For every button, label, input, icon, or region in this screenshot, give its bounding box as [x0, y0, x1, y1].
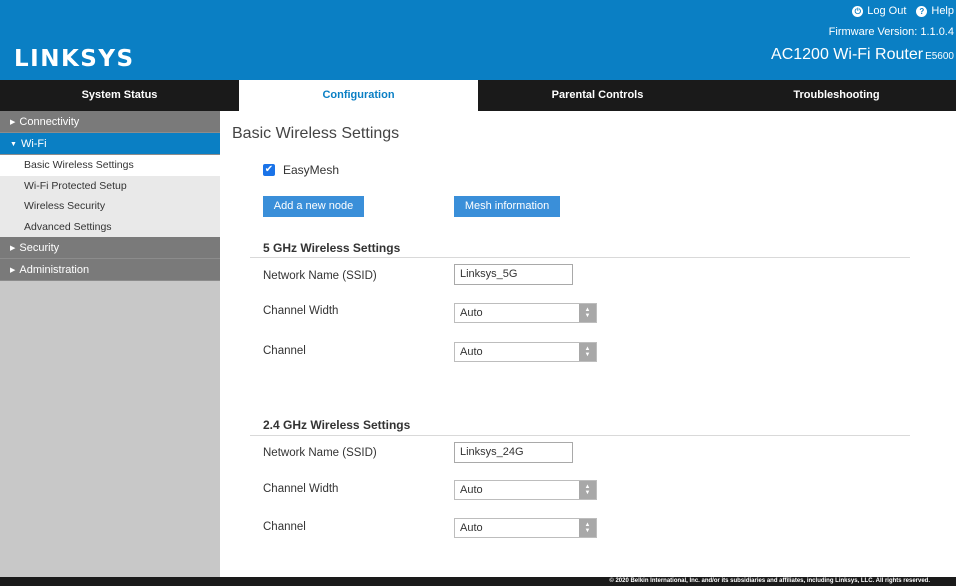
help-label: Help: [931, 5, 954, 17]
model-line: AC1200 Wi-Fi Router E5600: [771, 46, 954, 64]
sidebar-category-label: Administration: [19, 264, 90, 276]
tab-troubleshooting[interactable]: Troubleshooting: [717, 80, 956, 111]
caret-right-icon: ▶: [10, 119, 16, 126]
tab-system-status[interactable]: System Status: [0, 80, 239, 111]
easymesh-label: EasyMesh: [283, 163, 340, 177]
select-value: Auto: [460, 307, 483, 319]
header-bar: LINKSYS ⏻ Log Out ? Help Firmware Versio…: [0, 0, 956, 80]
section-divider: [250, 257, 910, 258]
ssid-24ghz-label: Network Name (SSID): [263, 447, 377, 459]
sidebar-category-wifi[interactable]: ▼ Wi-Fi: [0, 133, 220, 155]
select-value: Auto: [460, 484, 483, 496]
main-nav: System Status Configuration Parental Con…: [0, 80, 956, 111]
footer-copyright: © 2020 Belkin International, Inc. and/or…: [0, 577, 956, 586]
sidebar-item-wireless-security[interactable]: Wireless Security: [0, 196, 220, 217]
section-title-5ghz: 5 GHz Wireless Settings: [263, 241, 401, 255]
section-divider: [250, 435, 910, 436]
select-arrows-icon: ▲ ▼: [579, 519, 596, 537]
sidebar-item-advanced-settings[interactable]: Advanced Settings: [0, 216, 220, 237]
caret-right-icon: ▶: [10, 245, 16, 252]
select-arrows-icon: ▲ ▼: [579, 481, 596, 499]
channel-width-5ghz-label: Channel Width: [263, 305, 339, 317]
help-link[interactable]: ? Help: [916, 5, 954, 17]
caret-right-icon: ▶: [10, 267, 16, 274]
section-title-24ghz: 2.4 GHz Wireless Settings: [263, 418, 411, 432]
linksys-logo: LINKSYS: [14, 46, 135, 72]
sidebar-item-basic-wireless-settings[interactable]: Basic Wireless Settings: [0, 155, 220, 176]
tab-parental-controls[interactable]: Parental Controls: [478, 80, 717, 111]
tab-configuration[interactable]: Configuration: [239, 80, 478, 111]
ssid-24ghz-input[interactable]: Linksys_24G: [454, 442, 573, 463]
ssid-5ghz-input[interactable]: Linksys_5G: [454, 264, 573, 285]
ssid-5ghz-label: Network Name (SSID): [263, 270, 377, 282]
channel-24ghz-select[interactable]: Auto ▲ ▼: [454, 518, 597, 538]
sidebar-category-label: Wi-Fi: [20, 138, 47, 150]
sidebar-category-connectivity[interactable]: ▶ Connectivity: [0, 111, 220, 133]
select-arrows-icon: ▲ ▼: [579, 343, 596, 361]
page-title: Basic Wireless Settings: [232, 125, 400, 142]
channel-5ghz-label: Channel: [263, 345, 306, 357]
add-new-node-button[interactable]: Add a new node: [263, 196, 364, 217]
caret-down-icon: ▼: [10, 141, 17, 148]
select-value: Auto: [460, 346, 483, 358]
sidebar-category-administration[interactable]: ▶ Administration: [0, 259, 220, 281]
sidebar: ▶ Connectivity ▼ Wi-Fi Basic Wireless Sett…: [0, 111, 220, 586]
power-icon: ⏻: [852, 5, 864, 17]
select-value: Auto: [460, 522, 483, 534]
firmware-version: Firmware Version: 1.1.0.4: [828, 26, 954, 38]
channel-24ghz-label: Channel: [263, 521, 306, 533]
easymesh-row: ✔ EasyMesh: [263, 163, 339, 177]
sidebar-category-label: Security: [19, 242, 60, 254]
sidebar-category-security[interactable]: ▶ Security: [0, 237, 220, 259]
top-links: ⏻ Log Out ? Help: [852, 5, 954, 17]
channel-width-24ghz-label: Channel Width: [263, 483, 339, 495]
sidebar-category-label: Connectivity: [19, 116, 80, 128]
sidebar-item-wifi-protected-setup[interactable]: Wi-Fi Protected Setup: [0, 175, 220, 196]
main-content: Basic Wireless Settings ✔ EasyMesh Add a…: [220, 111, 956, 586]
mesh-information-button[interactable]: Mesh information: [454, 196, 560, 217]
log-out-label: Log Out: [867, 5, 907, 17]
router-model-number: E5600: [925, 51, 954, 62]
channel-5ghz-select[interactable]: Auto ▲ ▼: [454, 342, 597, 362]
router-model: AC1200 Wi-Fi Router: [771, 46, 924, 63]
log-out-link[interactable]: ⏻ Log Out: [852, 5, 906, 17]
channel-width-24ghz-select[interactable]: Auto ▲ ▼: [454, 480, 597, 500]
help-icon: ?: [916, 5, 928, 17]
select-arrows-icon: ▲ ▼: [579, 304, 596, 322]
easymesh-checkbox[interactable]: ✔: [263, 164, 275, 176]
channel-width-5ghz-select[interactable]: Auto ▲ ▼: [454, 303, 597, 323]
